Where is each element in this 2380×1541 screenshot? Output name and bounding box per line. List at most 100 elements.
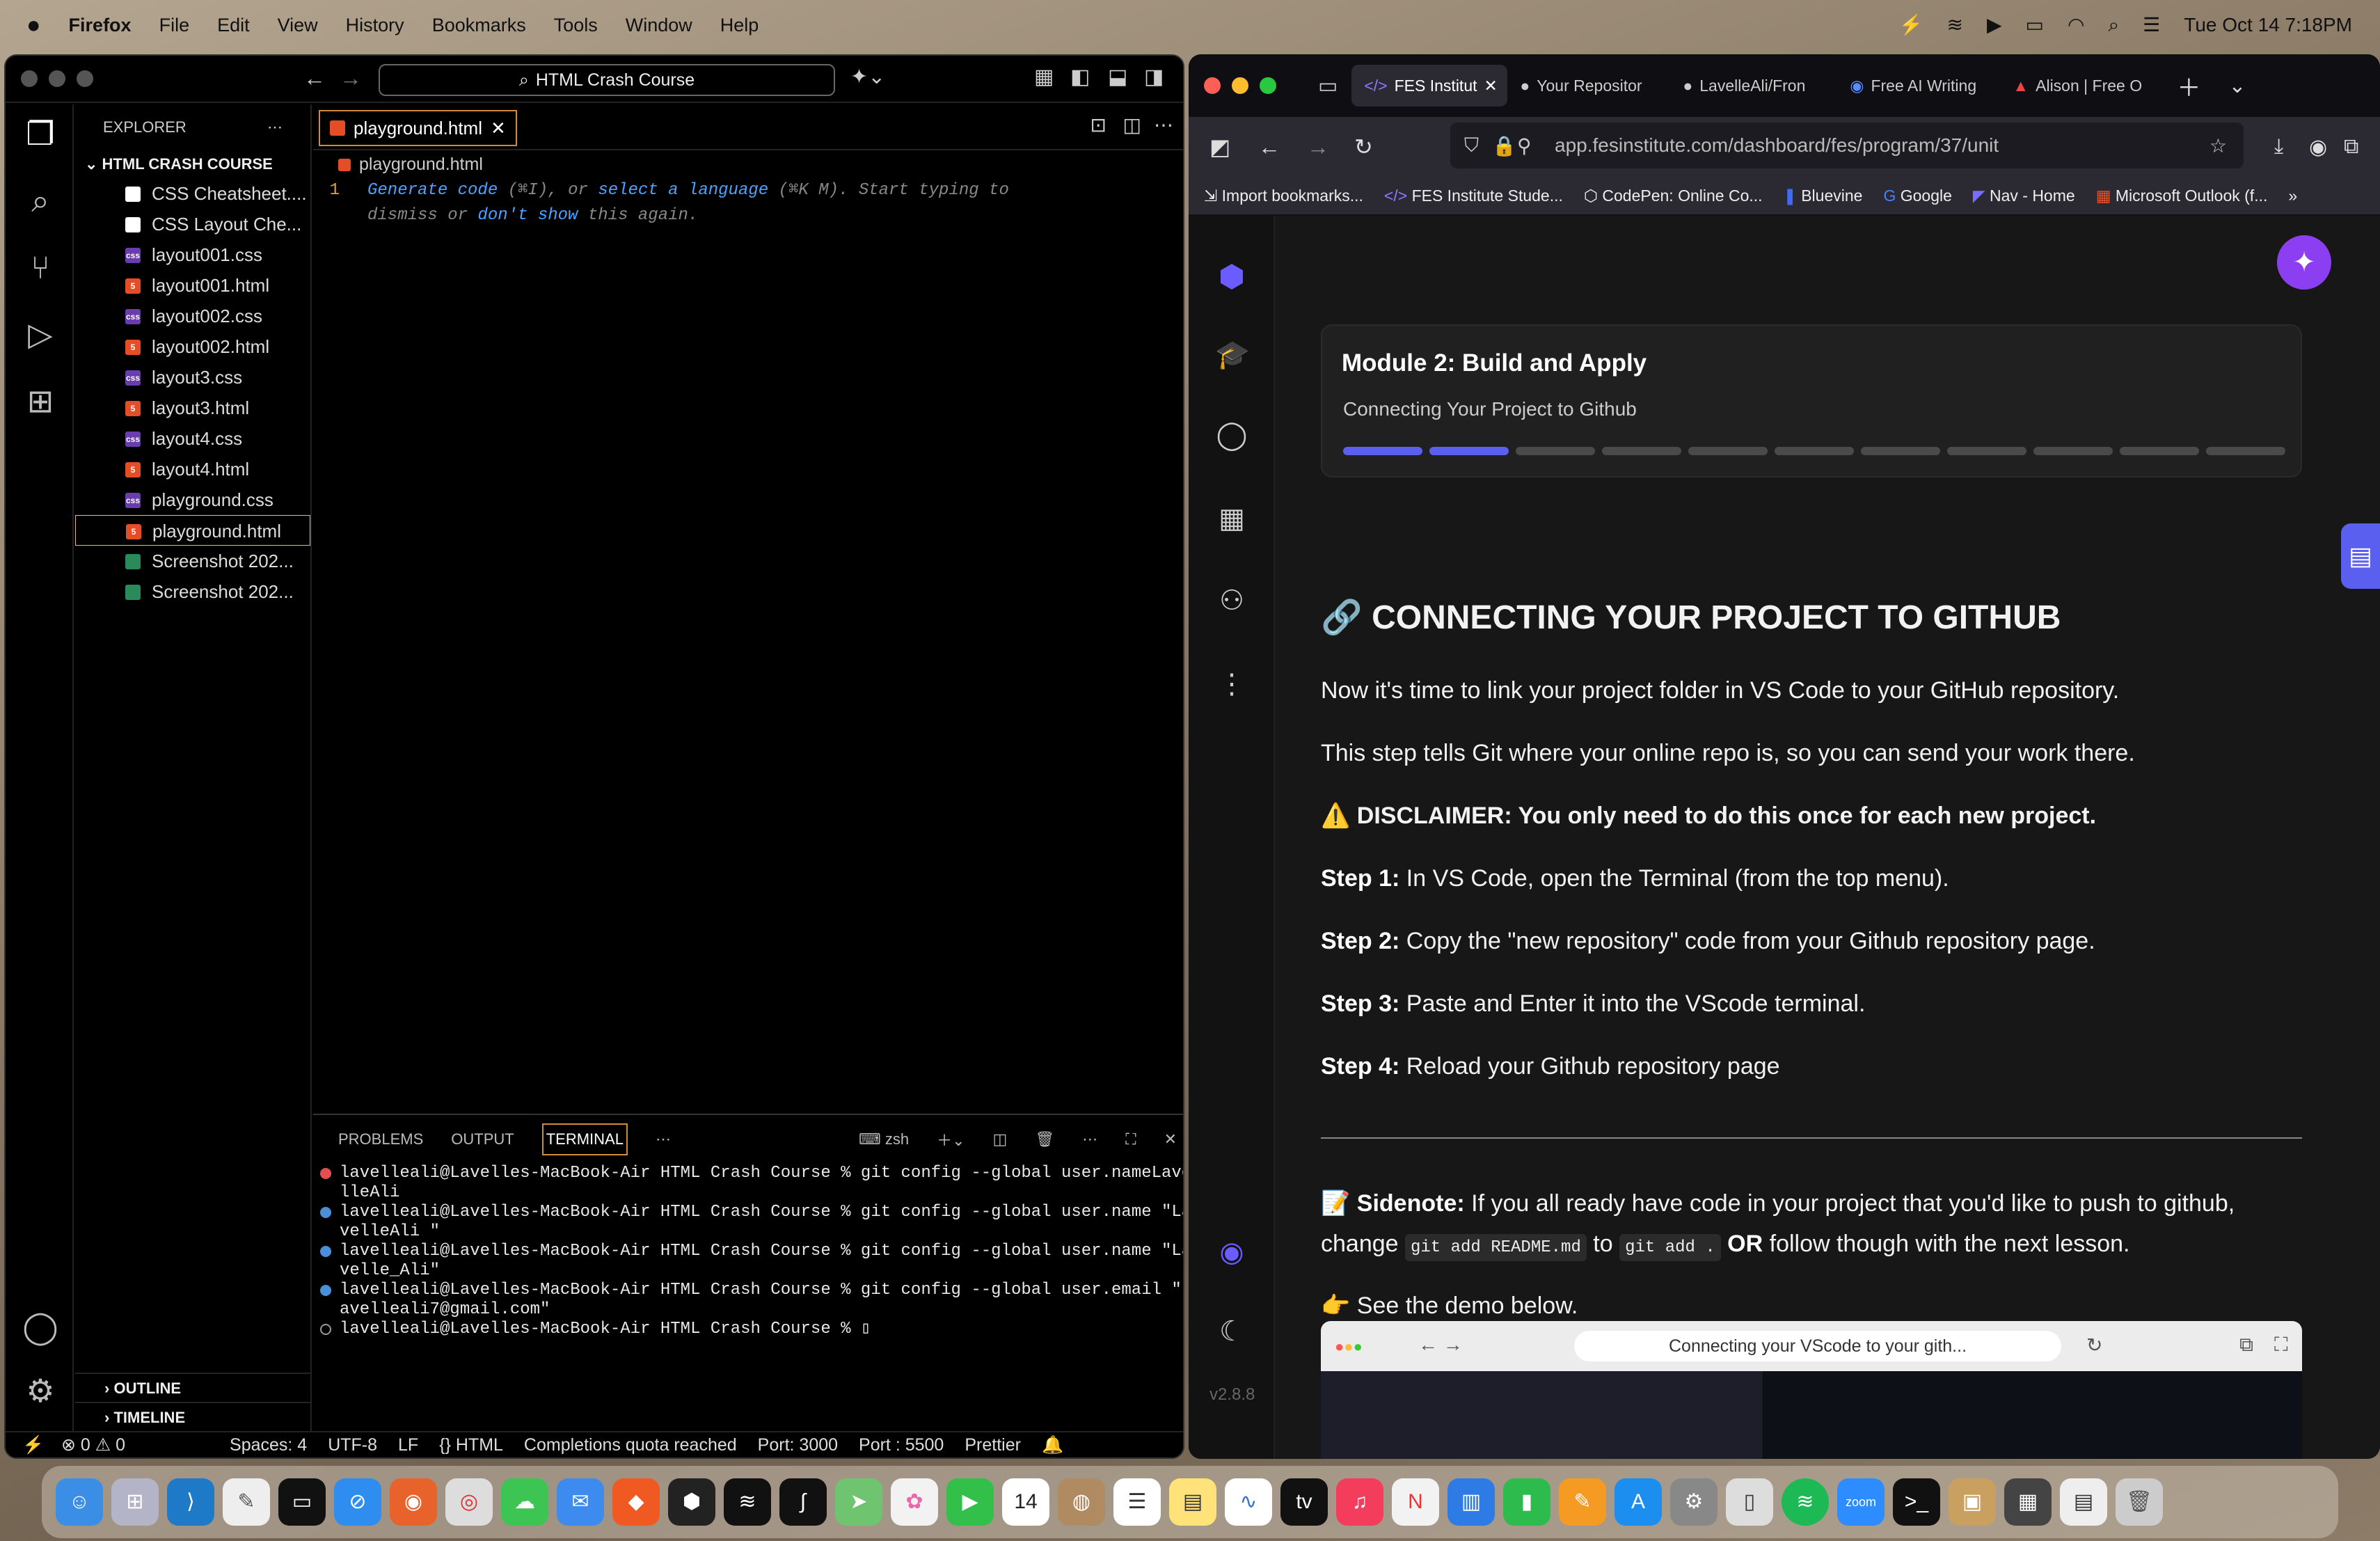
launchpad-icon[interactable]: ⊞ [111,1478,159,1526]
panel-more-icon[interactable]: ⋯ [656,1130,671,1148]
editor-more-icon[interactable]: ⋯ [1154,116,1173,135]
explorer-icon[interactable]: ❐ [21,114,60,153]
facetime-icon[interactable]: ▶ [946,1478,994,1526]
terminal-output[interactable]: lavelleali@Lavelles-MacBook-Air HTML Cra… [313,1164,1183,1339]
minimize-window-button[interactable] [49,70,65,87]
list-tabs-icon[interactable]: ⌄ [2228,74,2246,98]
editor-tab-playground[interactable]: playground.html ✕ [319,110,517,146]
command-status-dot[interactable] [320,1285,331,1296]
new-tab-icon[interactable]: ＋ [2177,69,2200,103]
back-arrow-icon[interactable]: ← [303,67,326,89]
command-status-dot[interactable] [320,1168,331,1179]
menu-bookmarks[interactable]: Bookmarks [432,15,526,36]
tab-overview-icon[interactable]: ▭ [1318,74,1338,98]
tab-github-repo[interactable]: ● Your Repositor [1507,65,1670,106]
minimize-window-button[interactable] [1232,77,1248,94]
status-indentation[interactable]: Spaces: 4 [230,1435,307,1455]
demo-fullscreen-icon[interactable]: ⛶ [2274,1334,2288,1357]
bolt-icon[interactable]: ⚡ [1899,15,1923,35]
spotify-icon[interactable]: ≋ [1782,1478,1829,1526]
status-language[interactable]: {} HTML [439,1435,503,1455]
status-port-3000[interactable]: Port: 3000 [758,1435,838,1455]
zoom-window-button[interactable] [1260,77,1276,94]
graduation-cap-icon[interactable]: 🎓 [1215,338,1250,372]
explorer-file-item[interactable]: 5 layout3.html [75,393,310,423]
extensions-icon[interactable]: ⧉ [2344,135,2358,159]
open-preview-icon[interactable]: ⊡ [1090,116,1106,135]
status-problems[interactable]: ⊗ 0 ⚠ 0 [61,1435,125,1455]
close-tab-icon[interactable]: ✕ [491,118,506,139]
vpn-icon[interactable]: ≋ [1947,15,1963,35]
explorer-file-item[interactable]: css playground.css [75,484,310,515]
wifi-icon[interactable]: ◠ [2068,15,2084,35]
iphone-mirroring-icon[interactable]: ▯ [1726,1478,1773,1526]
terminal-icon[interactable]: >_ [1893,1478,1940,1526]
copilot-icon[interactable]: ✦⌄ [850,67,885,88]
more-actions-icon[interactable]: ⋯ [267,104,283,150]
app-store-icon[interactable]: A [1615,1478,1662,1526]
split-editor-icon[interactable]: ◫ [1123,116,1141,135]
shield-icon[interactable]: ⛉ [1464,134,1479,157]
keynote-icon[interactable]: ▥ [1447,1478,1495,1526]
select-language-link[interactable]: select a language [598,181,768,200]
safari-icon[interactable]: ⊘ [334,1478,381,1526]
explorer-file-item[interactable]: CSS Cheatsheet.... [75,178,310,209]
command-status-dot[interactable] [320,1207,331,1218]
toggle-panel-icon[interactable]: ⬓ [1108,67,1127,88]
account-icon[interactable]: ◉ [2309,135,2327,159]
tab-fes-institute[interactable]: </> FES Institut ✕ [1351,65,1508,106]
search-icon[interactable]: ⌕ [21,181,60,220]
toggle-secondary-sidebar-icon[interactable]: ◨ [1144,67,1164,88]
archive-icon[interactable]: ▣ [1949,1478,1996,1526]
terminal-shell[interactable]: ⌨ zsh [859,1130,909,1148]
command-status-dot[interactable] [320,1324,331,1335]
close-window-button[interactable] [1204,77,1221,94]
close-window-button[interactable] [21,70,38,87]
lock-icon[interactable]: 🔒 [1492,134,1516,157]
chat-icon[interactable]: ◯ [1215,419,1248,452]
menu-tools[interactable]: Tools [554,15,598,36]
terminal-app-icon[interactable]: ▭ [278,1478,326,1526]
play-icon[interactable]: ▶ [1987,15,2002,35]
terminal-more-icon[interactable]: ⋯ [1082,1130,1097,1148]
menu-view[interactable]: View [278,15,318,36]
app-lines-icon[interactable]: ≋ [724,1478,771,1526]
status-live-server[interactable]: Port : 5500 [859,1435,944,1455]
downloads-icon[interactable]: ⤓ [2274,135,2283,159]
screenshot-stack-icon[interactable]: ▦ [2004,1478,2052,1526]
code-line-1[interactable]: 1 Generate code (⌘I), or select a languag… [313,178,1183,203]
close-tab-icon[interactable]: ✕ [1484,77,1498,95]
notifications-bell-icon[interactable]: 🔔 [1042,1435,1063,1455]
layout-customize-icon[interactable]: ▦ [1034,67,1054,88]
news-icon[interactable]: N [1392,1478,1439,1526]
split-terminal-icon[interactable]: ◫ [993,1130,1008,1148]
bookmark-import[interactable]: ⇲ Import bookmarks... [1204,187,1363,205]
photos-icon[interactable]: ✿ [891,1478,938,1526]
sidebar-toggle-icon[interactable]: ◩ [1209,134,1230,160]
brave-icon[interactable]: ◆ [612,1478,660,1526]
url-bar[interactable]: ⛉ 🔒 ⚲ app.fesinstitute.com/dashboard/fes… [1450,123,2244,168]
new-terminal-icon[interactable]: ＋⌄ [937,1128,965,1151]
battery-icon[interactable]: ▭ [2026,15,2044,35]
bookmark-fes[interactable]: </> FES Institute Stude... [1384,187,1563,205]
remote-icon[interactable]: ⚡ [22,1435,44,1455]
status-copilot[interactable]: Completions quota reached [524,1435,737,1455]
tab-free-ai-writing[interactable]: ◉ Free AI Writing [1837,65,2000,106]
status-encoding[interactable]: UTF-8 [328,1435,377,1455]
system-settings-icon[interactable]: ⚙ [1670,1478,1717,1526]
control-center-icon[interactable]: ☰ [2143,15,2160,35]
workspace-folder[interactable]: ⌄ HTML CRASH COURSE [75,150,310,178]
settings-gear-icon[interactable]: ⚙ [21,1371,60,1410]
chrome-icon[interactable]: ◎ [445,1478,493,1526]
menu-file[interactable]: File [159,15,190,36]
app-link-icon[interactable]: ∫ [779,1478,827,1526]
explorer-file-item[interactable]: CSS Layout Che... [75,209,310,239]
maps-icon[interactable]: ➤ [835,1478,882,1526]
tab-problems[interactable]: PROBLEMS [338,1130,423,1148]
menu-edit[interactable]: Edit [217,15,250,36]
status-eol[interactable]: LF [398,1435,418,1455]
fes-logo-icon[interactable]: ⬢ [1215,259,1248,294]
demo-open-icon[interactable]: ⧉ [2239,1334,2253,1357]
mail-icon[interactable]: ✉ [557,1478,604,1526]
reminders-icon[interactable]: ☰ [1113,1478,1161,1526]
